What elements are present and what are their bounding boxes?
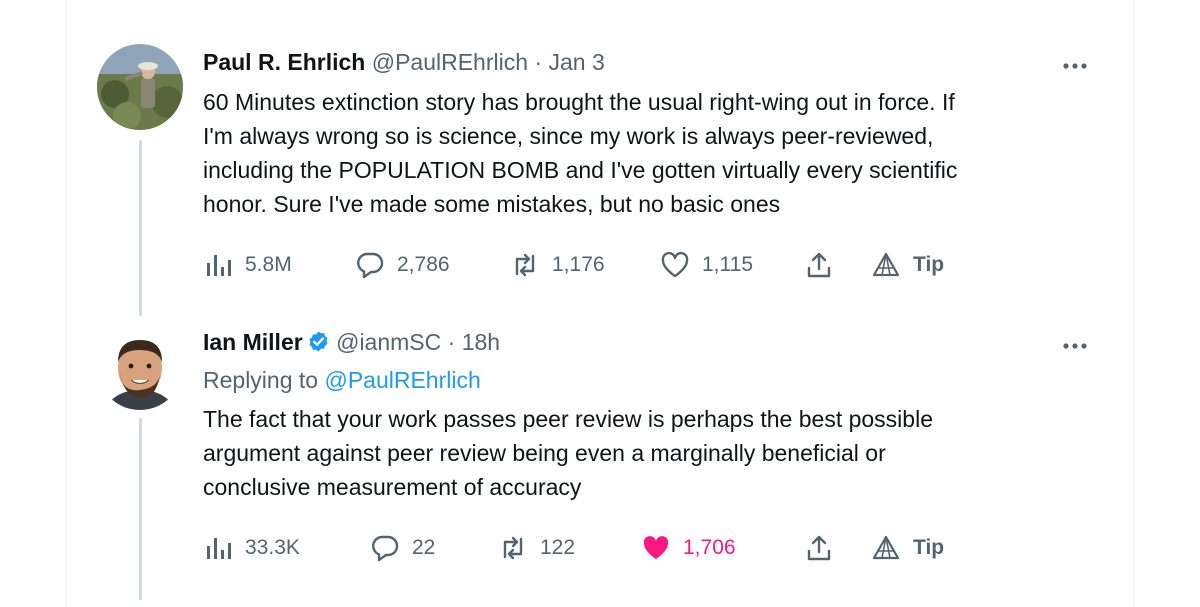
tweet-text-line: honor. Sure I've made some mistakes, but… [203,191,781,217]
like-button[interactable]: 1,115 [660,249,753,281]
tip-label: Tip [913,536,945,559]
tweet-text: The fact that your work passes peer revi… [203,402,1103,504]
reply-count: 22 [412,536,436,559]
more-options-icon[interactable] [1062,56,1088,70]
tweet-text-line: including the POPULATION BOMB and I've g… [203,157,958,183]
reply-icon [357,252,384,279]
tweet-text-line: I'm always wrong so is science, since my… [203,123,934,149]
timestamp[interactable]: 18h [462,329,500,355]
tweet-text: 60 Minutes extinction story has brought … [203,85,1103,221]
separator-dot: · [447,329,456,355]
author-name[interactable]: Ian Miller [203,329,303,355]
author-name[interactable]: Paul R. Ehrlich [203,49,365,75]
retweet-button[interactable]: 122 [498,532,575,564]
retweet-button[interactable]: 1,176 [510,249,605,281]
tip-label: Tip [913,253,945,276]
heart-outline-icon [661,251,689,278]
tweet-header: Ian Miller @ianmSC · 18h [203,327,500,357]
tweet-text-line: The fact that your work passes peer revi… [203,406,933,432]
author-handle[interactable]: @ianmSC [336,329,441,355]
tweet-actions: 5.8M 2,786 1,176 1,115 Tip [203,249,963,281]
replying-to-mention-link[interactable]: @PaulREhrlich [324,367,480,393]
retweet-icon [515,253,535,277]
views-chart-icon [207,255,231,276]
reply-count: 2,786 [397,253,450,276]
views-count: 33.3K [245,536,300,559]
replying-to-line: Replying to @PaulREhrlich [203,365,481,395]
avatar-ian-miller[interactable] [97,324,183,410]
like-count: 1,115 [702,253,753,276]
more-options-icon[interactable] [1062,336,1088,350]
reply-icon [372,535,399,562]
like-button-liked[interactable]: 1,706 [641,532,736,564]
avatar-paul-ehrlich[interactable] [97,44,183,130]
timestamp[interactable]: Jan 3 [548,49,604,75]
tip-button[interactable]: Tip [871,249,944,281]
verified-badge-icon [309,331,328,352]
retweet-count: 1,176 [552,253,605,276]
tweet-text-line: 60 Minutes extinction story has brought … [203,89,955,115]
share-button[interactable] [804,249,846,281]
separator-dot: · [534,49,543,75]
retweet-icon [503,536,523,560]
thread-connector-line-lower [139,418,142,600]
views-chart-icon [207,538,231,559]
thread-connector-line [139,140,142,316]
views-button[interactable]: 33.3K [203,532,300,564]
author-handle[interactable]: @PaulREhrlich [372,49,528,75]
avatar-photo [97,324,183,410]
views-count: 5.8M [245,253,292,276]
retweet-count: 122 [540,536,576,559]
share-upload-icon [807,252,831,278]
tweet-actions: 33.3K 22 122 1,706 Tip [203,532,963,564]
replying-to-prefix: Replying to [203,367,319,393]
tweet-text-line: conclusive measurement of accuracy [203,474,582,500]
more-horizontal-icon [1063,63,1087,69]
more-horizontal-icon [1063,343,1087,349]
share-button[interactable] [804,532,846,564]
tip-triangle-icon [872,252,900,277]
views-button[interactable]: 5.8M [203,249,292,281]
tweet-text-line: argument against peer review being even … [203,440,886,466]
avatar-photo [97,44,183,130]
tip-button[interactable]: Tip [871,532,944,564]
heart-filled-icon [643,536,669,559]
tip-triangle-icon [872,535,900,560]
reply-button[interactable]: 2,786 [355,249,450,281]
like-count: 1,706 [683,536,736,559]
reply-button[interactable]: 22 [370,532,435,564]
share-upload-icon [807,535,831,561]
tweet-header: Paul R. Ehrlich @PaulREhrlich · Jan 3 [203,47,605,77]
